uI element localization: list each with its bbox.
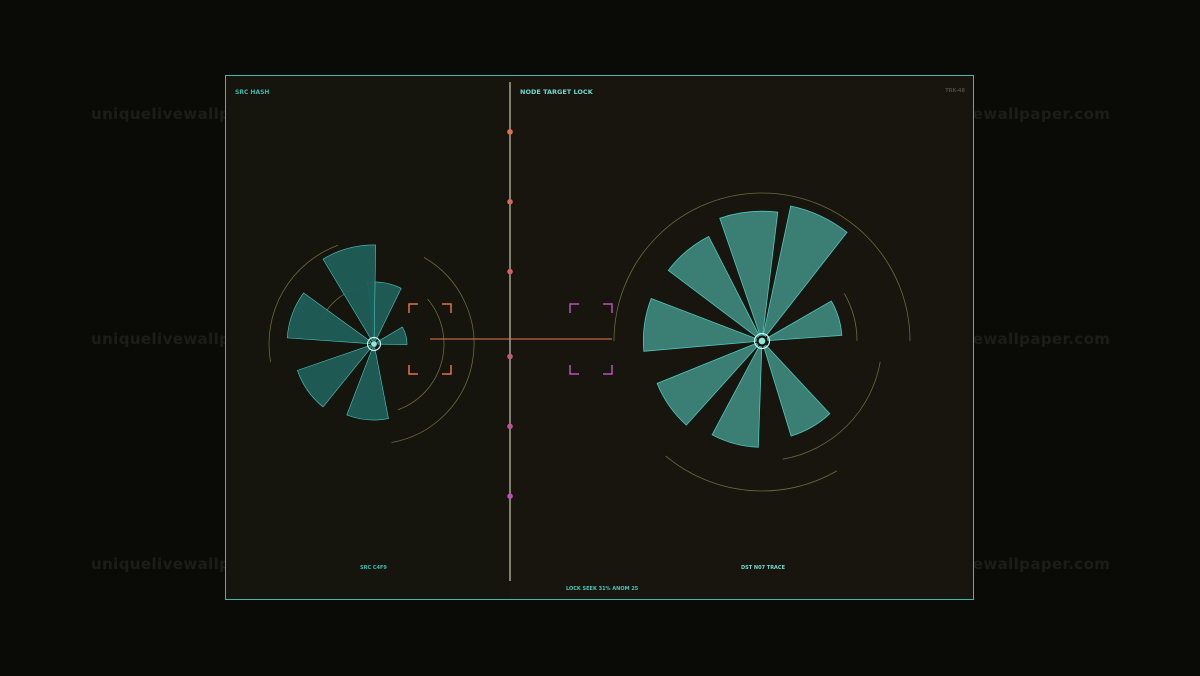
bracket-corner xyxy=(408,303,418,313)
bracket-corner xyxy=(408,365,418,375)
axis-marker xyxy=(507,199,513,205)
source-petal xyxy=(377,326,408,345)
node-hub-core xyxy=(371,341,377,347)
source-orbit-arc xyxy=(397,298,445,411)
bracket-corner xyxy=(442,303,452,313)
source-caption: SRC C4F9 xyxy=(360,565,387,571)
axis-marker xyxy=(507,423,513,430)
bracket-corner xyxy=(569,303,579,313)
bracket-corner xyxy=(603,365,613,375)
target-petal xyxy=(763,344,831,437)
hud-canvas xyxy=(268,82,911,581)
status-readout: LOCK SEEK 31% ANOM 25 xyxy=(566,586,639,592)
target-orbit-arc xyxy=(843,293,858,342)
axis-marker xyxy=(507,129,513,135)
source-orbit-arc xyxy=(391,257,475,443)
page-title: NODE TARGET LOCK xyxy=(520,88,593,96)
axis-marker xyxy=(507,493,513,500)
target-caption: DST N07 TRACE xyxy=(741,565,786,571)
divider-axis xyxy=(507,82,513,581)
target-petal-chart xyxy=(642,205,848,448)
node-hub-core xyxy=(758,337,766,345)
source-petal-chart xyxy=(286,244,408,421)
axis-marker xyxy=(507,268,513,275)
hud-frame: SRC HASH NODE TARGET LOCK TRK-48 SRC C4F… xyxy=(225,75,974,600)
header-code: TRK-48 xyxy=(945,88,965,94)
axis-marker xyxy=(507,353,513,360)
header-left-label: SRC HASH xyxy=(235,89,270,96)
target-orbit-arc xyxy=(665,455,838,492)
bracket-corner xyxy=(569,365,579,375)
bracket-corner xyxy=(442,365,452,375)
bracket-corner xyxy=(603,303,613,313)
